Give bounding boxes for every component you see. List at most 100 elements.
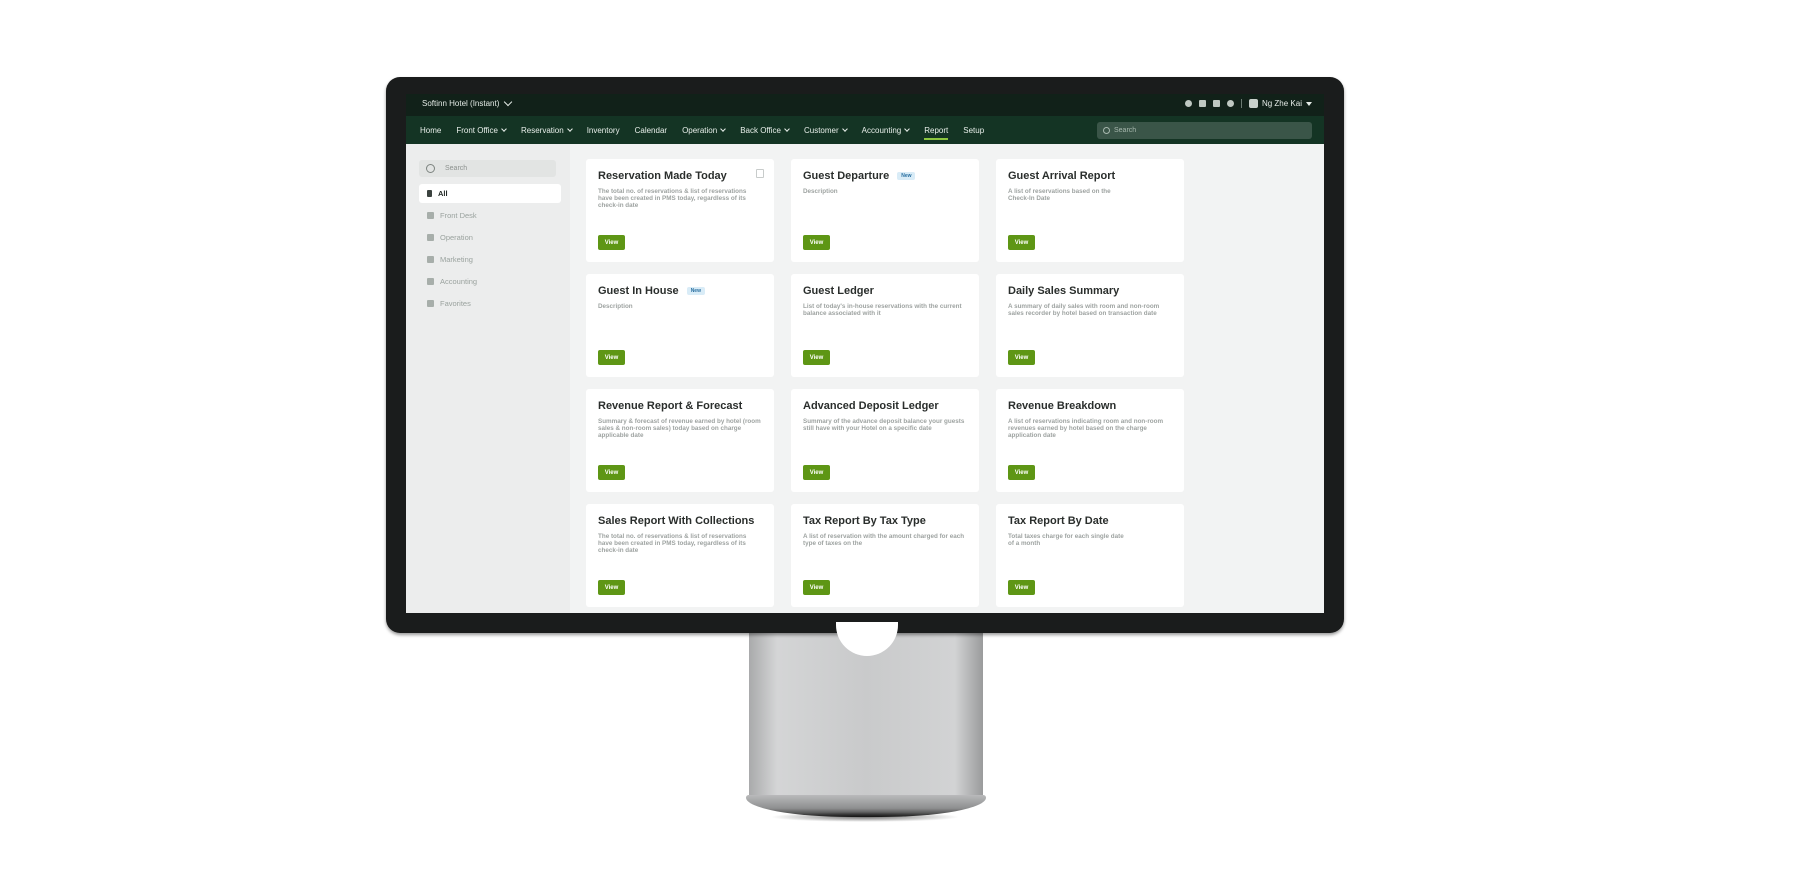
view-button[interactable]: View — [803, 465, 830, 480]
chevron-down-icon — [904, 125, 911, 132]
nav-item-inventory[interactable]: Inventory — [587, 126, 620, 135]
user-name: Ng Zhe Kai — [1261, 99, 1302, 108]
chevron-down-icon — [784, 125, 790, 132]
nav-item-label: Calendar — [634, 125, 668, 135]
nav-search-input[interactable]: Search — [1097, 122, 1312, 139]
nav-item-customer[interactable]: Customer — [804, 125, 848, 135]
sidebar-item-marketing[interactable]: Marketing — [419, 250, 561, 269]
monitor-icon — [427, 212, 434, 219]
view-button[interactable]: View — [598, 465, 625, 480]
card-title: Guest Arrival Report — [1008, 170, 1116, 182]
nav-item-front-office[interactable]: Front Office — [456, 125, 507, 135]
nav-item-label: Reservation — [521, 125, 564, 135]
card-title-row: Revenue Breakdown — [1008, 400, 1172, 412]
view-button[interactable]: View — [598, 580, 625, 595]
monitor-stand — [749, 633, 983, 801]
nav-item-setup[interactable]: Setup — [963, 126, 984, 135]
nav-item-label: Front Office — [456, 125, 498, 135]
user-menu[interactable]: Ng Zhe Kai — [1248, 99, 1312, 108]
report-card: Advanced Deposit Ledger Summary of the ad… — [791, 389, 979, 492]
nav-item-label: Home — [420, 125, 442, 135]
card-title: Reservation Made Today — [598, 170, 727, 182]
monitor-shadow — [770, 812, 960, 822]
card-title-row: Tax Report By Tax Type — [803, 515, 967, 527]
favorite-icon[interactable] — [756, 169, 764, 178]
sidebar-item-operation[interactable]: Operation — [419, 228, 561, 247]
nav-item-label: Inventory — [586, 125, 620, 135]
nav-item-calendar[interactable]: Calendar — [635, 126, 667, 135]
nav-item-report[interactable]: Report — [924, 126, 949, 140]
ledger-icon — [427, 278, 434, 285]
nav-item-home[interactable]: Home — [420, 126, 441, 135]
card-description: List of today's in-house reservations wi… — [803, 303, 962, 317]
chevron-down-icon — [501, 125, 507, 132]
chevron-down-icon — [720, 125, 727, 132]
card-description: A list of reservation with the amount ch… — [803, 533, 965, 547]
view-button[interactable]: View — [598, 235, 625, 250]
new-badge: New — [686, 287, 705, 295]
gear-icon — [427, 234, 434, 241]
divider — [1240, 99, 1242, 108]
sidebar-search-input[interactable]: Search — [419, 160, 556, 177]
nav-item-accounting[interactable]: Accounting — [862, 125, 911, 135]
hotel-name: Softinn Hotel (Instant) — [422, 99, 500, 108]
nav-item-operation[interactable]: Operation — [682, 125, 727, 135]
report-card: Reservation Made Today The total no. of r… — [586, 159, 774, 262]
nav-item-label: Back Office — [740, 125, 781, 135]
view-button[interactable]: View — [598, 350, 625, 365]
sidebar-item-front-desk[interactable]: Front Desk — [419, 206, 561, 225]
nav-item-reservation[interactable]: Reservation — [521, 125, 573, 135]
card-title-row: Reservation Made Today — [598, 170, 762, 182]
help-icon[interactable] — [1184, 100, 1192, 107]
card-description: A summary of daily sales with room and n… — [1008, 303, 1160, 317]
card-description: Description — [598, 303, 633, 310]
sort-icon — [427, 190, 432, 197]
card-description: The total no. of reservations & list of … — [598, 533, 747, 554]
view-button[interactable]: View — [803, 350, 830, 365]
bookmark-icon[interactable] — [1198, 100, 1206, 107]
view-button[interactable]: View — [1008, 235, 1035, 250]
card-title: Tax Report By Tax Type — [803, 515, 926, 527]
card-title: Revenue Report & Forecast — [598, 400, 743, 412]
switch-icon[interactable] — [1212, 100, 1220, 107]
category-list: All Front Desk Operation Marketing Accountin… — [419, 184, 561, 316]
card-description: Summary & forecast of revenue earned by … — [598, 418, 761, 439]
report-card: Revenue Report & Forecast Summary & forec… — [586, 389, 774, 492]
sidebar-item-favorites[interactable]: Favorites — [419, 294, 561, 313]
caret-down-icon — [1306, 101, 1312, 106]
report-sidebar: Search All Front Desk Operation Marketing Ac… — [406, 144, 570, 613]
nav-item-back-office[interactable]: Back Office — [740, 125, 790, 135]
view-button[interactable]: View — [1008, 350, 1035, 365]
sidebar-item-accounting[interactable]: Accounting — [419, 272, 561, 291]
nav-item-label: Setup — [963, 125, 985, 135]
card-title: Guest Ledger — [803, 285, 874, 297]
card-description: Total taxes charge for each single date … — [1008, 533, 1124, 547]
sidebar-search-placeholder: Search — [445, 165, 468, 172]
view-button[interactable]: View — [1008, 465, 1035, 480]
sidebar-item-label: Operation — [440, 233, 473, 242]
report-card: Revenue Breakdown A list of reservations … — [996, 389, 1184, 492]
chevron-down-icon — [841, 125, 848, 132]
new-badge: New — [897, 172, 916, 180]
card-description: The total no. of reservations & list of … — [598, 188, 747, 209]
report-card: Tax Report By Date Total taxes charge for… — [996, 504, 1184, 607]
notification-icon[interactable] — [1226, 100, 1234, 107]
chevron-down-icon — [504, 97, 513, 107]
view-button[interactable]: View — [803, 235, 830, 250]
nav-search-placeholder: Search — [1114, 127, 1137, 134]
card-title-row: Daily Sales Summary — [1008, 285, 1172, 297]
report-card: Guest In House New Description View — [586, 274, 774, 377]
view-button[interactable]: View — [803, 580, 830, 595]
view-button[interactable]: View — [1008, 580, 1035, 595]
report-card: Guest Arrival Report A list of reservatio… — [996, 159, 1184, 262]
card-title: Advanced Deposit Ledger — [803, 400, 939, 412]
card-title: Guest In House — [598, 285, 679, 297]
star-icon — [427, 300, 434, 307]
sidebar-item-all[interactable]: All — [419, 184, 561, 203]
card-title: Daily Sales Summary — [1008, 285, 1120, 297]
main-nav: Home Front Office Reservation Inventory Cale… — [406, 116, 1324, 144]
report-card: Guest Departure New Description View — [791, 159, 979, 262]
report-card: Sales Report With Collections The total n… — [586, 504, 774, 607]
hotel-selector[interactable]: Softinn Hotel (Instant) — [422, 97, 513, 108]
report-card: Tax Report By Tax Type A list of reservat… — [791, 504, 979, 607]
